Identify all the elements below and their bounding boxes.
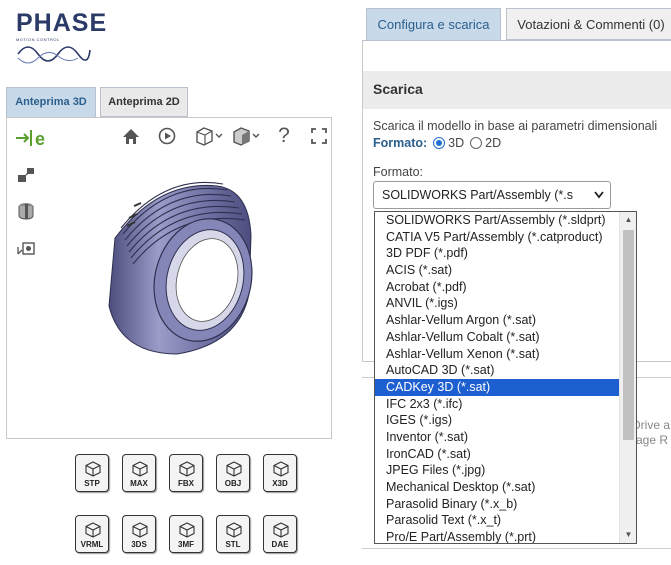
- explode-icon[interactable]: [15, 164, 37, 186]
- format-label: MAX: [130, 479, 148, 488]
- cube-icon: [85, 461, 101, 477]
- dropdown-option[interactable]: Ashlar-Vellum Cobalt (*.sat): [375, 329, 620, 346]
- format-label: 3DS: [131, 540, 147, 549]
- format-button-x3d[interactable]: X3D: [263, 454, 297, 492]
- download-panel-header: Scarica: [363, 71, 671, 109]
- radio-3d[interactable]: [433, 137, 446, 149]
- format-button-3ds[interactable]: 3DS: [122, 515, 156, 553]
- dropdown-option[interactable]: Acrobat (*.pdf): [375, 279, 620, 296]
- cube-icon: [179, 522, 195, 538]
- format-label: X3D: [272, 479, 288, 488]
- scroll-down-icon[interactable]: ▼: [620, 527, 636, 543]
- phase-logo[interactable]: PHASE MOTION CONTROL: [16, 9, 108, 68]
- fullscreen-icon[interactable]: [310, 127, 328, 145]
- logo-name: PHASE: [16, 9, 108, 37]
- dropdown-option[interactable]: Parasolid Binary (*.x_b): [375, 496, 620, 513]
- help-icon[interactable]: ?: [275, 124, 293, 148]
- dropdown-option[interactable]: Inventor (*.sat): [375, 429, 620, 446]
- ptc-logo-icon[interactable]: e: [13, 126, 53, 150]
- dropdown-option[interactable]: ACIS (*.sat): [375, 262, 620, 279]
- format-button-3mf[interactable]: 3MF: [169, 515, 203, 553]
- dropdown-option[interactable]: IronCAD (*.sat): [375, 446, 620, 463]
- cube-icon: [273, 461, 289, 477]
- format-select-value: SOLIDWORKS Part/Assembly (*.s: [382, 188, 574, 202]
- logo-wave-icon: [17, 46, 91, 64]
- cube-icon: [132, 461, 148, 477]
- dropdown-option[interactable]: SOLIDWORKS Part/Assembly (*.sldprt): [375, 212, 620, 229]
- format-label: FBX: [178, 479, 194, 488]
- radio-2d-label[interactable]: 2D: [485, 136, 501, 150]
- home-icon[interactable]: [121, 126, 141, 146]
- bearing-model-image: [108, 181, 253, 355]
- cube-icon: [273, 522, 289, 538]
- format-label: DAE: [271, 540, 289, 549]
- cube-icon: [132, 522, 148, 538]
- format-type-label: Formato:: [373, 136, 428, 150]
- section-icon[interactable]: [15, 200, 37, 222]
- scroll-up-icon[interactable]: ▲: [620, 212, 636, 228]
- format-label: STP: [84, 479, 100, 488]
- dropdown-option-highlighted[interactable]: CADKey 3D (*.sat): [375, 378, 620, 396]
- dropdown-option[interactable]: AutoCAD 3D (*.sat): [375, 362, 620, 379]
- chevron-down-icon: [594, 182, 604, 208]
- format-button-dae[interactable]: DAE: [263, 515, 297, 553]
- format-type-selector: Formato: 3D 2D: [373, 136, 501, 150]
- format-button-obj[interactable]: OBJ: [216, 454, 250, 492]
- download-description: Scarica il modello in base ai parametri …: [373, 119, 658, 133]
- cube-icon: [226, 522, 242, 538]
- tab-ratings-comments[interactable]: Votazioni & Commenti (0): [506, 8, 671, 40]
- cube-icon: [85, 522, 101, 538]
- format-button-stp[interactable]: STP: [75, 454, 109, 492]
- format-label: Formato:: [373, 165, 424, 179]
- download-title: Scarica: [373, 81, 423, 97]
- format-select[interactable]: SOLIDWORKS Part/Assembly (*.s: [373, 181, 611, 209]
- tab-preview-3d[interactable]: Anteprima 3D: [6, 87, 96, 117]
- format-button-max[interactable]: MAX: [122, 454, 156, 492]
- dropdown-option[interactable]: Parasolid Text (*.x_t): [375, 512, 620, 529]
- cube-icon: [226, 461, 242, 477]
- divider: [362, 548, 671, 549]
- radio-2d[interactable]: [470, 137, 483, 149]
- dropdown-option[interactable]: ANVIL (*.igs): [375, 295, 620, 312]
- format-label: 3MF: [178, 540, 194, 549]
- svg-text:e: e: [35, 129, 45, 149]
- dropdown-option[interactable]: CATIA V5 Part/Assembly (*.catproduct): [375, 229, 620, 246]
- dropdown-option[interactable]: 3D PDF (*.pdf): [375, 245, 620, 262]
- scrollbar-thumb[interactable]: [623, 230, 634, 440]
- viewer-3d[interactable]: e ?: [6, 117, 332, 439]
- dropdown-option[interactable]: JPEG Files (*.jpg): [375, 462, 620, 479]
- tab-preview-2d[interactable]: Anteprima 2D: [100, 87, 188, 117]
- format-dropdown-list[interactable]: SOLIDWORKS Part/Assembly (*.sldprt) CATI…: [374, 211, 637, 544]
- cube-icon: [179, 461, 195, 477]
- format-label: STL: [225, 540, 241, 549]
- dropdown-option[interactable]: Pro/E Part/Assembly (*.prt): [375, 529, 620, 543]
- dropdown-option[interactable]: Mechanical Desktop (*.sat): [375, 479, 620, 496]
- shading-cube-icon[interactable]: [231, 126, 261, 146]
- side-text-rage: rage R: [632, 433, 669, 447]
- dropdown-option[interactable]: Ashlar-Vellum Argon (*.sat): [375, 312, 620, 329]
- format-label: OBJ: [224, 479, 242, 488]
- measure-icon[interactable]: [15, 236, 37, 258]
- tab-configure-download[interactable]: Configura e scarica: [366, 8, 501, 40]
- dropdown-option[interactable]: IGES (*.igs): [375, 412, 620, 429]
- side-text-drive: Drive a: [632, 418, 671, 432]
- format-button-fbx[interactable]: FBX: [169, 454, 203, 492]
- view-cube-icon[interactable]: [194, 126, 224, 146]
- dropdown-option[interactable]: Ashlar-Vellum Xenon (*.sat): [375, 346, 620, 363]
- format-button-vrml[interactable]: VRML: [75, 515, 109, 553]
- format-button-stl[interactable]: STL: [216, 515, 250, 553]
- play-icon[interactable]: [157, 126, 177, 146]
- format-label: VRML: [80, 540, 104, 549]
- radio-3d-label[interactable]: 3D: [448, 136, 464, 150]
- dropdown-scrollbar[interactable]: ▲ ▼: [619, 212, 636, 543]
- dropdown-option[interactable]: IFC 2x3 (*.ifc): [375, 396, 620, 413]
